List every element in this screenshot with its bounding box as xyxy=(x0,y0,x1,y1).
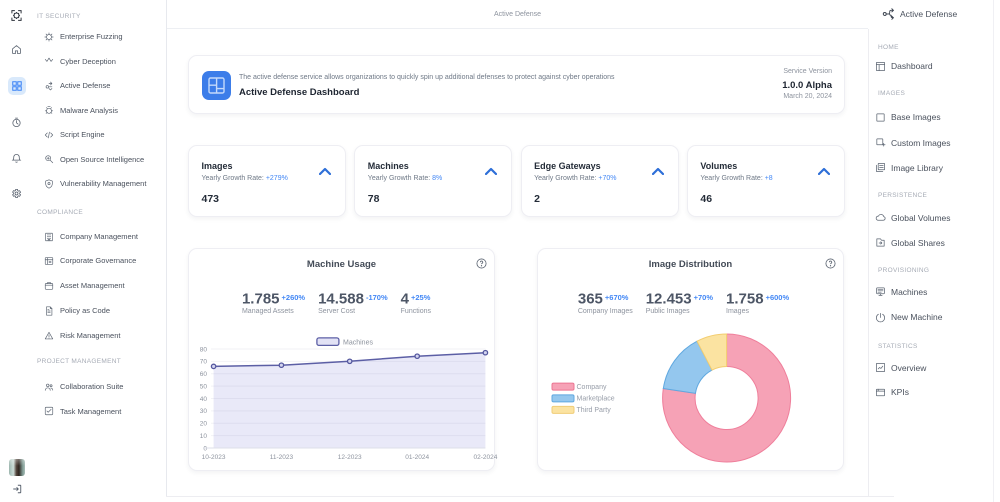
svg-text:50: 50 xyxy=(200,383,208,390)
svg-text:02-2024: 02-2024 xyxy=(473,454,497,461)
svg-text:0: 0 xyxy=(203,445,207,452)
svg-text:Marketplace: Marketplace xyxy=(577,396,615,403)
svg-text:10-2023: 10-2023 xyxy=(202,454,226,461)
svg-text:30: 30 xyxy=(200,408,208,415)
svg-text:20: 20 xyxy=(200,421,208,428)
svg-text:Company: Company xyxy=(577,384,607,391)
svg-text:11-2023: 11-2023 xyxy=(270,454,294,461)
svg-text:10: 10 xyxy=(200,433,208,440)
svg-text:01-2024: 01-2024 xyxy=(405,454,429,461)
svg-text:80: 80 xyxy=(200,346,208,353)
svg-text:Machines: Machines xyxy=(343,339,373,346)
svg-text:12-2023: 12-2023 xyxy=(338,454,362,461)
svg-text:40: 40 xyxy=(200,396,208,403)
svg-text:60: 60 xyxy=(200,371,208,378)
svg-text:Third Party: Third Party xyxy=(577,407,612,414)
svg-text:70: 70 xyxy=(200,359,208,366)
